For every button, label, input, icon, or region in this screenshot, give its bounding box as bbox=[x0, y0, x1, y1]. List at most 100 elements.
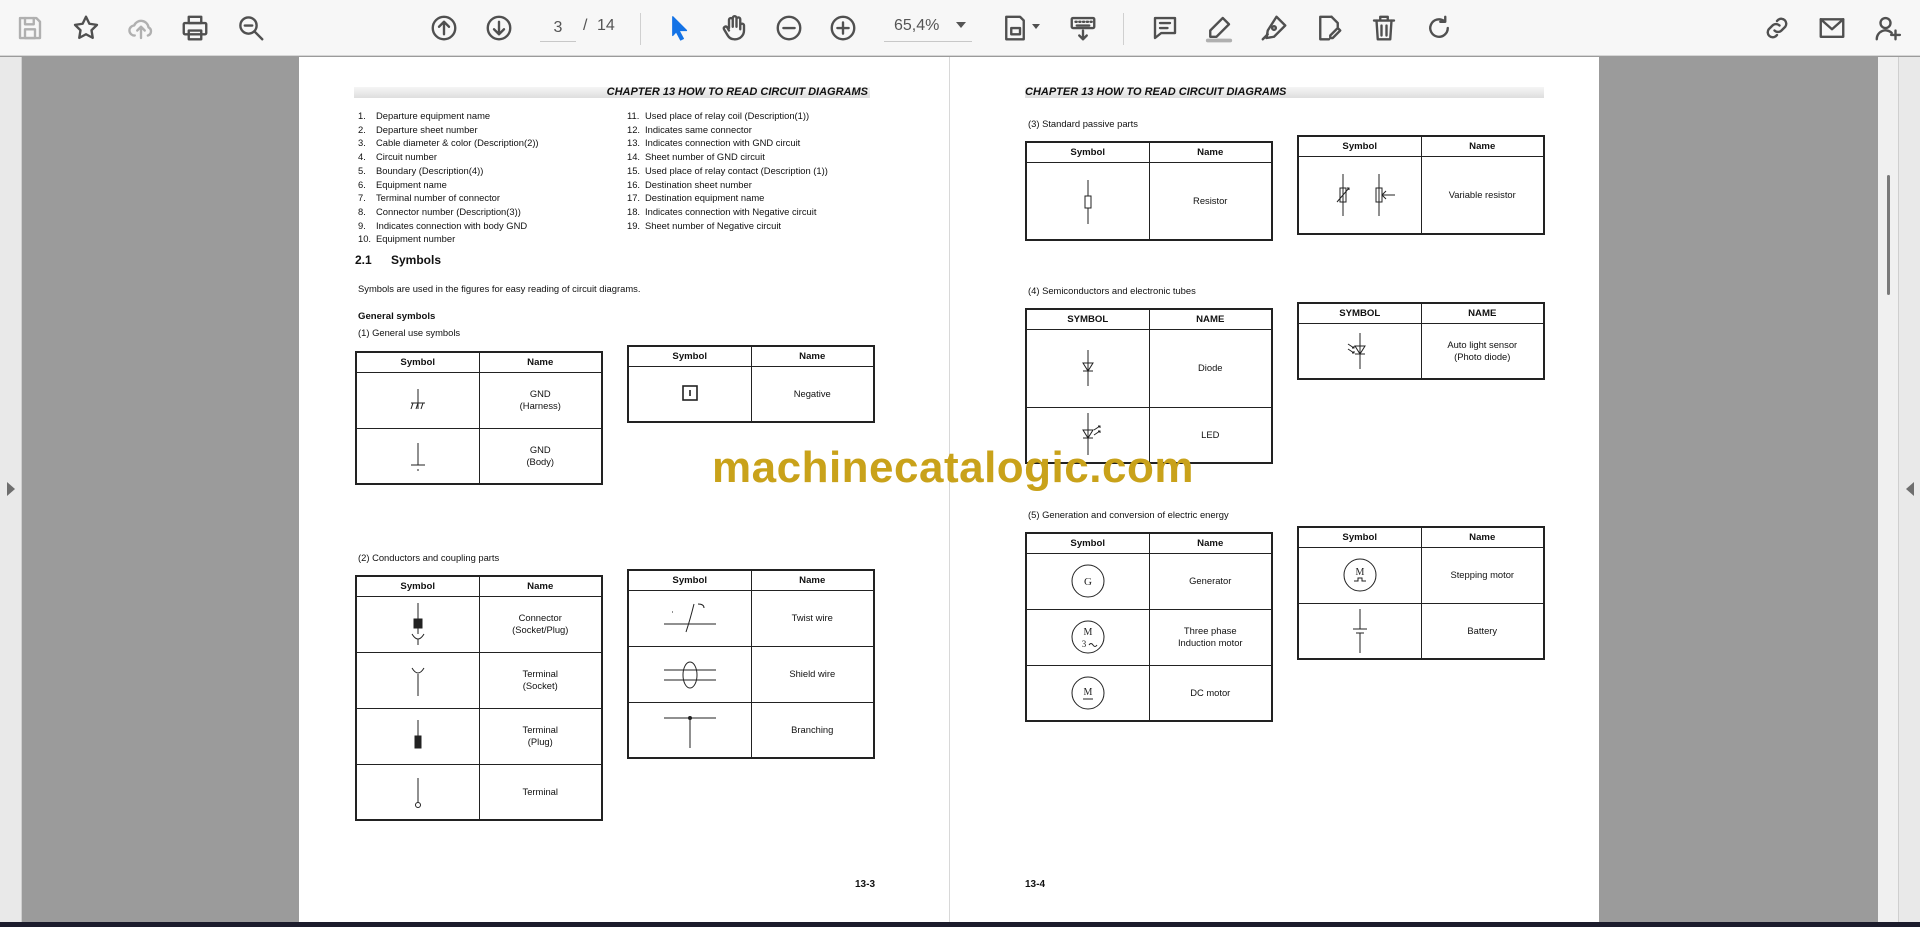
symbol-column-header: SYMBOL bbox=[1025, 308, 1150, 330]
table-row: Branching bbox=[627, 701, 875, 759]
zoom-in-button[interactable] bbox=[823, 8, 863, 48]
symbol-table-wires: Symbol Name Twist wire Shield wire Branching bbox=[627, 569, 875, 759]
legend-item-number: 16. bbox=[627, 178, 641, 190]
share-link-button[interactable] bbox=[1757, 8, 1797, 48]
cursor-arrow-icon bbox=[672, 16, 688, 41]
legend-item-number: 10. bbox=[358, 233, 372, 245]
upload-cloud-button[interactable] bbox=[121, 8, 161, 48]
draw-button[interactable] bbox=[1254, 8, 1294, 48]
symbol-name: Shield wire bbox=[750, 645, 875, 703]
table-row: G Generator bbox=[1025, 552, 1273, 610]
name-column-header: NAME bbox=[1148, 308, 1273, 330]
table-header-row: Symbol Name bbox=[1297, 526, 1545, 548]
expand-right-panel-icon[interactable] bbox=[1906, 482, 1914, 496]
legend-item: 9. Indicates connection with body GND bbox=[358, 219, 539, 233]
subheading-general-use: (1) General use symbols bbox=[358, 327, 461, 338]
delete-button[interactable] bbox=[1364, 8, 1404, 48]
symbol-table-generators: Symbol Name G Generator M 3 Three phase Induct… bbox=[1025, 532, 1273, 722]
table-row: Terminal bbox=[355, 763, 603, 821]
twist-wire-icon bbox=[627, 589, 752, 647]
comment-button[interactable] bbox=[1145, 8, 1185, 48]
legend-item-number: 17. bbox=[627, 192, 641, 204]
email-button[interactable] bbox=[1812, 8, 1852, 48]
print-button[interactable] bbox=[175, 8, 215, 48]
next-page-button[interactable] bbox=[479, 8, 519, 48]
chapter-header: CHAPTER 13 HOW TO READ CIRCUIT DIAGRAMS bbox=[1025, 87, 1544, 98]
zoom-search-icon bbox=[239, 16, 264, 41]
save-icon bbox=[18, 16, 42, 40]
legend-item: 10. Equipment number bbox=[358, 232, 539, 246]
chevron-down-icon[interactable] bbox=[956, 22, 966, 28]
legend-item: 14. Sheet number of GND circuit bbox=[627, 150, 828, 164]
table-header-row: Symbol Name bbox=[1297, 135, 1545, 157]
legend-item-number: 19. bbox=[627, 219, 641, 231]
legend-item-number: 9. bbox=[358, 219, 366, 231]
select-tool-button[interactable] bbox=[659, 8, 699, 48]
scrollbar-thumb[interactable] bbox=[1887, 175, 1890, 295]
page-number: 13-3 bbox=[855, 879, 876, 890]
table-header-row: Symbol Name bbox=[355, 575, 603, 597]
chapter-header: CHAPTER 13 HOW TO READ CIRCUIT DIAGRAMS bbox=[354, 87, 870, 98]
shield-wire-icon bbox=[627, 645, 752, 703]
save-button[interactable] bbox=[10, 8, 50, 48]
symbol-table-motor-battery: Symbol Name M Stepping motor Battery bbox=[1297, 526, 1545, 660]
expand-left-panel-icon[interactable] bbox=[7, 482, 15, 496]
symbol-name: GND (Harness) bbox=[478, 371, 603, 429]
page-fit-icon bbox=[1005, 15, 1025, 41]
symbol-name: DC motor bbox=[1148, 664, 1273, 722]
hand-tool-button[interactable] bbox=[714, 8, 754, 48]
previous-page-button[interactable] bbox=[424, 8, 464, 48]
symbol-name: Variable resistor bbox=[1420, 155, 1545, 235]
legend-item-text: Equipment number bbox=[376, 233, 456, 245]
bookmark-button[interactable] bbox=[66, 8, 106, 48]
document-sign-icon bbox=[1319, 15, 1342, 41]
legend-item: 19. Sheet number of Negative circuit bbox=[627, 219, 828, 233]
symbol-name: Terminal bbox=[478, 763, 603, 821]
legend-item-number: 13. bbox=[627, 137, 641, 149]
legend-item-text: Indicates connection with Negative circu… bbox=[645, 205, 817, 217]
legend-item: 7. Terminal number of connector bbox=[358, 191, 539, 205]
sign-button[interactable] bbox=[1309, 8, 1349, 48]
symbol-table-conductors: Symbol Name Connector (Socket/Plug) Termina… bbox=[355, 575, 603, 821]
zoom-out-button[interactable] bbox=[769, 8, 809, 48]
highlight-button[interactable] bbox=[1199, 8, 1239, 48]
legend-item-number: 7. bbox=[358, 192, 366, 204]
table-row: Shield wire bbox=[627, 645, 875, 703]
legend-item: 12. Indicates same connector bbox=[627, 123, 828, 137]
legend-item-number: 4. bbox=[358, 151, 366, 163]
section-number: 2.1 bbox=[355, 253, 372, 267]
page-separator: / bbox=[583, 17, 588, 34]
symbol-column-header: Symbol bbox=[355, 351, 480, 373]
legend-item: 2. Departure sheet number bbox=[358, 123, 539, 137]
legend-item-text: Destination equipment name bbox=[645, 192, 765, 204]
legend-item-text: Indicates connection with body GND bbox=[376, 219, 528, 231]
page-number-input[interactable] bbox=[540, 14, 576, 42]
zoom-level-select[interactable]: 65,4% bbox=[884, 14, 972, 42]
find-zoom-button[interactable] bbox=[231, 8, 271, 48]
legend-item-number: 5. bbox=[358, 164, 366, 176]
table-row: Terminal (Plug) bbox=[355, 707, 603, 765]
page-display-button[interactable] bbox=[995, 8, 1035, 48]
chevron-down-icon[interactable] bbox=[1032, 24, 1040, 29]
legend-item-number: 14. bbox=[627, 151, 641, 163]
printer-icon bbox=[182, 15, 208, 41]
legend-item: 15. Used place of relay contact (Descript… bbox=[627, 164, 828, 178]
symbol-table-photo-diode: SYMBOL NAME Auto light sensor (Photo diode… bbox=[1297, 302, 1545, 380]
table-row: M DC motor bbox=[1025, 664, 1273, 722]
add-user-icon bbox=[1875, 16, 1902, 41]
rotate-button[interactable] bbox=[1419, 8, 1459, 48]
pen-highlight-icon bbox=[1205, 16, 1233, 43]
add-user-button[interactable] bbox=[1868, 8, 1908, 48]
table-row: Diode bbox=[1025, 328, 1273, 408]
symbol-glyph: 3 bbox=[1082, 639, 1087, 649]
symbol-name: Terminal (Plug) bbox=[478, 707, 603, 765]
toolbar-divider bbox=[640, 13, 641, 45]
table-header-row: Symbol Name bbox=[627, 345, 875, 367]
table-row: GND (Harness) bbox=[355, 371, 603, 429]
scroll-mode-button[interactable] bbox=[1063, 8, 1103, 48]
symbol-column-header: Symbol bbox=[1297, 526, 1422, 548]
legend-item: 17. Destination equipment name bbox=[627, 191, 828, 205]
stepping-motor-icon: M bbox=[1297, 546, 1422, 604]
legend-item: 18. Indicates connection with Negative ci… bbox=[627, 205, 828, 219]
legend-item-text: Sheet number of GND circuit bbox=[645, 151, 765, 163]
